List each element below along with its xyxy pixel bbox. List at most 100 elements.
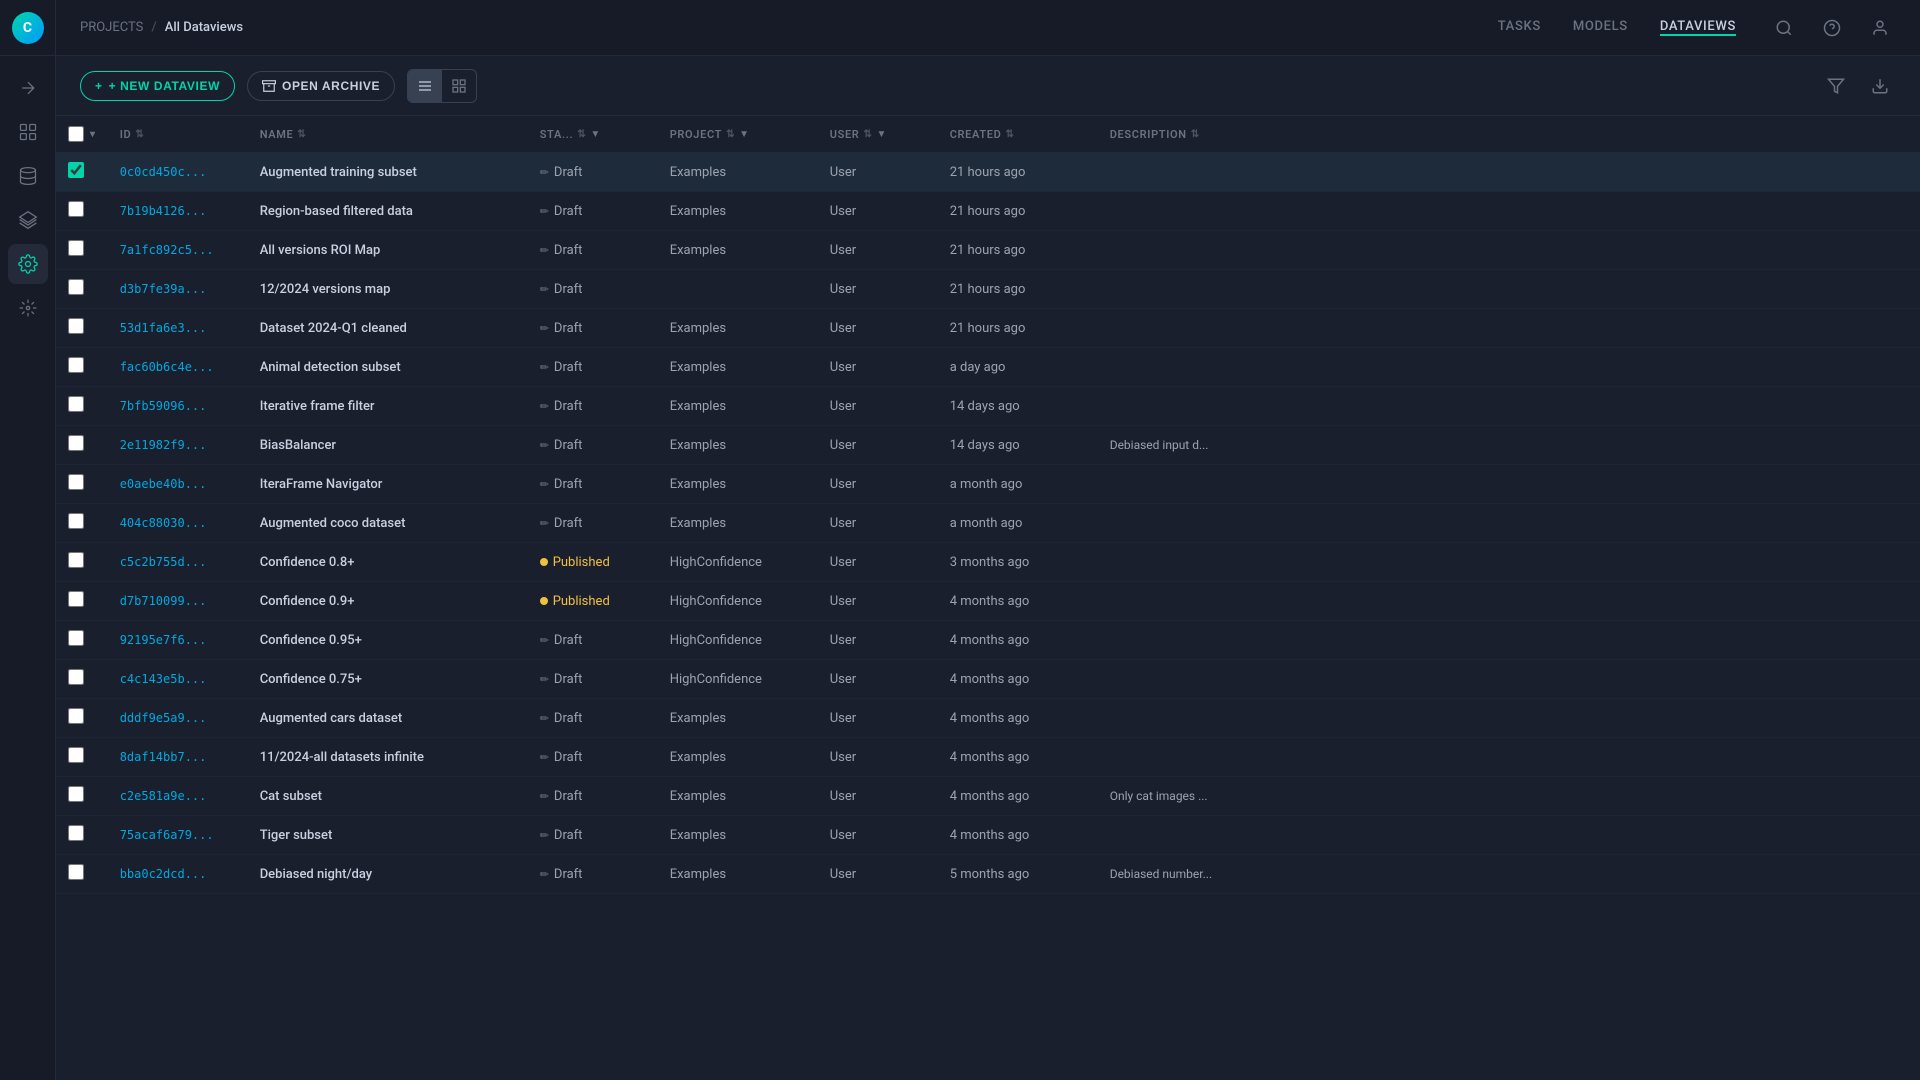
pencil-icon: ✏ [540, 361, 549, 374]
nav-models[interactable]: MODELS [1573, 19, 1628, 36]
table-row[interactable]: 75acaf6a79... Tiger subset ✏ Draft Examp… [56, 816, 1920, 855]
th-id[interactable]: ID ⇅ [108, 116, 248, 153]
row-checkbox[interactable] [68, 435, 84, 451]
sidebar-item-pipeline[interactable] [8, 68, 48, 108]
table-row[interactable]: 92195e7f6... Confidence 0.95+ ✏ Draft Hi… [56, 621, 1920, 660]
row-checkbox[interactable] [68, 552, 84, 568]
grid-view-button[interactable] [442, 70, 476, 102]
row-project: Examples [658, 387, 818, 426]
open-archive-button[interactable]: OPEN ARCHIVE [247, 71, 395, 101]
download-icon[interactable] [1864, 70, 1896, 102]
list-view-button[interactable] [408, 70, 442, 102]
pencil-icon: ✏ [540, 322, 549, 335]
row-name: Debiased night/day [248, 855, 528, 894]
row-created: 4 months ago [938, 621, 1098, 660]
breadcrumb: PROJECTS / All Dataviews [80, 20, 1498, 35]
sort-icon-user: ⇅ [863, 129, 872, 140]
row-checkbox[interactable] [68, 513, 84, 529]
table-row[interactable]: bba0c2dcd... Debiased night/day ✏ Draft … [56, 855, 1920, 894]
sort-icon-created: ⇅ [1006, 129, 1015, 140]
table-row[interactable]: d3b7fe39a... 12/2024 versions map ✏ Draf… [56, 270, 1920, 309]
table-row[interactable]: dddf9e5a9... Augmented cars dataset ✏ Dr… [56, 699, 1920, 738]
app-logo[interactable]: C [0, 0, 56, 56]
table-row[interactable]: fac60b6c4e... Animal detection subset ✏ … [56, 348, 1920, 387]
sidebar-item-integrations[interactable] [8, 288, 48, 328]
row-id: c5c2b755d... [108, 543, 248, 582]
sidebar: C [0, 0, 56, 1080]
sidebar-item-settings[interactable] [8, 244, 48, 284]
table-row[interactable]: c5c2b755d... Confidence 0.8+ Published H… [56, 543, 1920, 582]
row-checkbox[interactable] [68, 162, 84, 178]
table-row[interactable]: c4c143e5b... Confidence 0.75+ ✏ Draft Hi… [56, 660, 1920, 699]
dataviews-table-container[interactable]: ▾ ID ⇅ NAME ⇅ [56, 116, 1920, 1080]
row-checkbox-cell [56, 816, 108, 855]
row-checkbox[interactable] [68, 747, 84, 763]
checkbox-chevron[interactable]: ▾ [90, 129, 96, 140]
row-checkbox[interactable] [68, 786, 84, 802]
new-dataview-button[interactable]: + + NEW DATAVIEW [80, 71, 235, 101]
row-created: 3 months ago [938, 543, 1098, 582]
row-id: 404c88030... [108, 504, 248, 543]
filter-icon-project: ▼ [739, 129, 750, 140]
grid-icon [451, 78, 467, 94]
row-checkbox[interactable] [68, 240, 84, 256]
table-row[interactable]: 8daf14bb7... 11/2024-all datasets infini… [56, 738, 1920, 777]
row-checkbox[interactable] [68, 669, 84, 685]
th-status[interactable]: STA... ⇅ ▼ [528, 116, 658, 153]
row-user: User [818, 543, 938, 582]
pencil-icon: ✏ [540, 829, 549, 842]
row-id: c2e581a9e... [108, 777, 248, 816]
row-checkbox[interactable] [68, 201, 84, 217]
filter-icon[interactable] [1820, 70, 1852, 102]
th-name[interactable]: NAME ⇅ [248, 116, 528, 153]
nav-dataviews[interactable]: DATAVIEWS [1660, 19, 1736, 36]
row-description [1098, 660, 1920, 699]
th-user[interactable]: USER ⇅ ▼ [818, 116, 938, 153]
th-created[interactable]: CREATED ⇅ [938, 116, 1098, 153]
sidebar-item-dashboard[interactable] [8, 112, 48, 152]
row-project: Examples [658, 309, 818, 348]
table-row[interactable]: 53d1fa6e3... Dataset 2024-Q1 cleaned ✏ D… [56, 309, 1920, 348]
breadcrumb-projects[interactable]: PROJECTS [80, 20, 143, 35]
th-project[interactable]: PROJECT ⇅ ▼ [658, 116, 818, 153]
row-checkbox[interactable] [68, 591, 84, 607]
table-row[interactable]: 7b19b4126... Region-based filtered data … [56, 192, 1920, 231]
row-checkbox[interactable] [68, 279, 84, 295]
row-checkbox[interactable] [68, 474, 84, 490]
row-user: User [818, 660, 938, 699]
table-row[interactable]: c2e581a9e... Cat subset ✏ Draft Examples… [56, 777, 1920, 816]
row-checkbox[interactable] [68, 825, 84, 841]
sidebar-item-layers[interactable] [8, 200, 48, 240]
table-row[interactable]: 0c0cd450c... Augmented training subset ✏… [56, 153, 1920, 192]
table-row[interactable]: 2e11982f9... BiasBalancer ✏ Draft Exampl… [56, 426, 1920, 465]
table-row[interactable]: e0aebe40b... IteraFrame Navigator ✏ Draf… [56, 465, 1920, 504]
row-checkbox[interactable] [68, 357, 84, 373]
row-user: User [818, 270, 938, 309]
row-name: Confidence 0.95+ [248, 621, 528, 660]
table-body: 0c0cd450c... Augmented training subset ✏… [56, 153, 1920, 894]
row-checkbox[interactable] [68, 318, 84, 334]
select-all-checkbox[interactable] [68, 126, 84, 142]
th-description[interactable]: DESCRIPTION ⇅ [1098, 116, 1920, 153]
nav-tasks[interactable]: TASKS [1498, 19, 1541, 36]
row-checkbox[interactable] [68, 630, 84, 646]
row-name: 11/2024-all datasets infinite [248, 738, 528, 777]
row-checkbox[interactable] [68, 864, 84, 880]
row-checkbox-cell [56, 231, 108, 270]
table-row[interactable]: 7bfb59096... Iterative frame filter ✏ Dr… [56, 387, 1920, 426]
table-row[interactable]: 404c88030... Augmented coco dataset ✏ Dr… [56, 504, 1920, 543]
row-description [1098, 153, 1920, 192]
row-user: User [818, 309, 938, 348]
top-navigation: PROJECTS / All Dataviews TASKS MODELS DA… [56, 0, 1920, 56]
table-row[interactable]: d7b710099... Confidence 0.9+ Published H… [56, 582, 1920, 621]
help-icon[interactable] [1816, 12, 1848, 44]
search-icon[interactable] [1768, 12, 1800, 44]
status-draft: ✏ Draft [540, 711, 646, 726]
row-checkbox[interactable] [68, 396, 84, 412]
row-project: Examples [658, 348, 818, 387]
row-checkbox[interactable] [68, 708, 84, 724]
sidebar-item-datasets[interactable] [8, 156, 48, 196]
status-draft: ✏ Draft [540, 438, 646, 453]
user-avatar[interactable] [1864, 12, 1896, 44]
table-row[interactable]: 7a1fc892c5... All versions ROI Map ✏ Dra… [56, 231, 1920, 270]
